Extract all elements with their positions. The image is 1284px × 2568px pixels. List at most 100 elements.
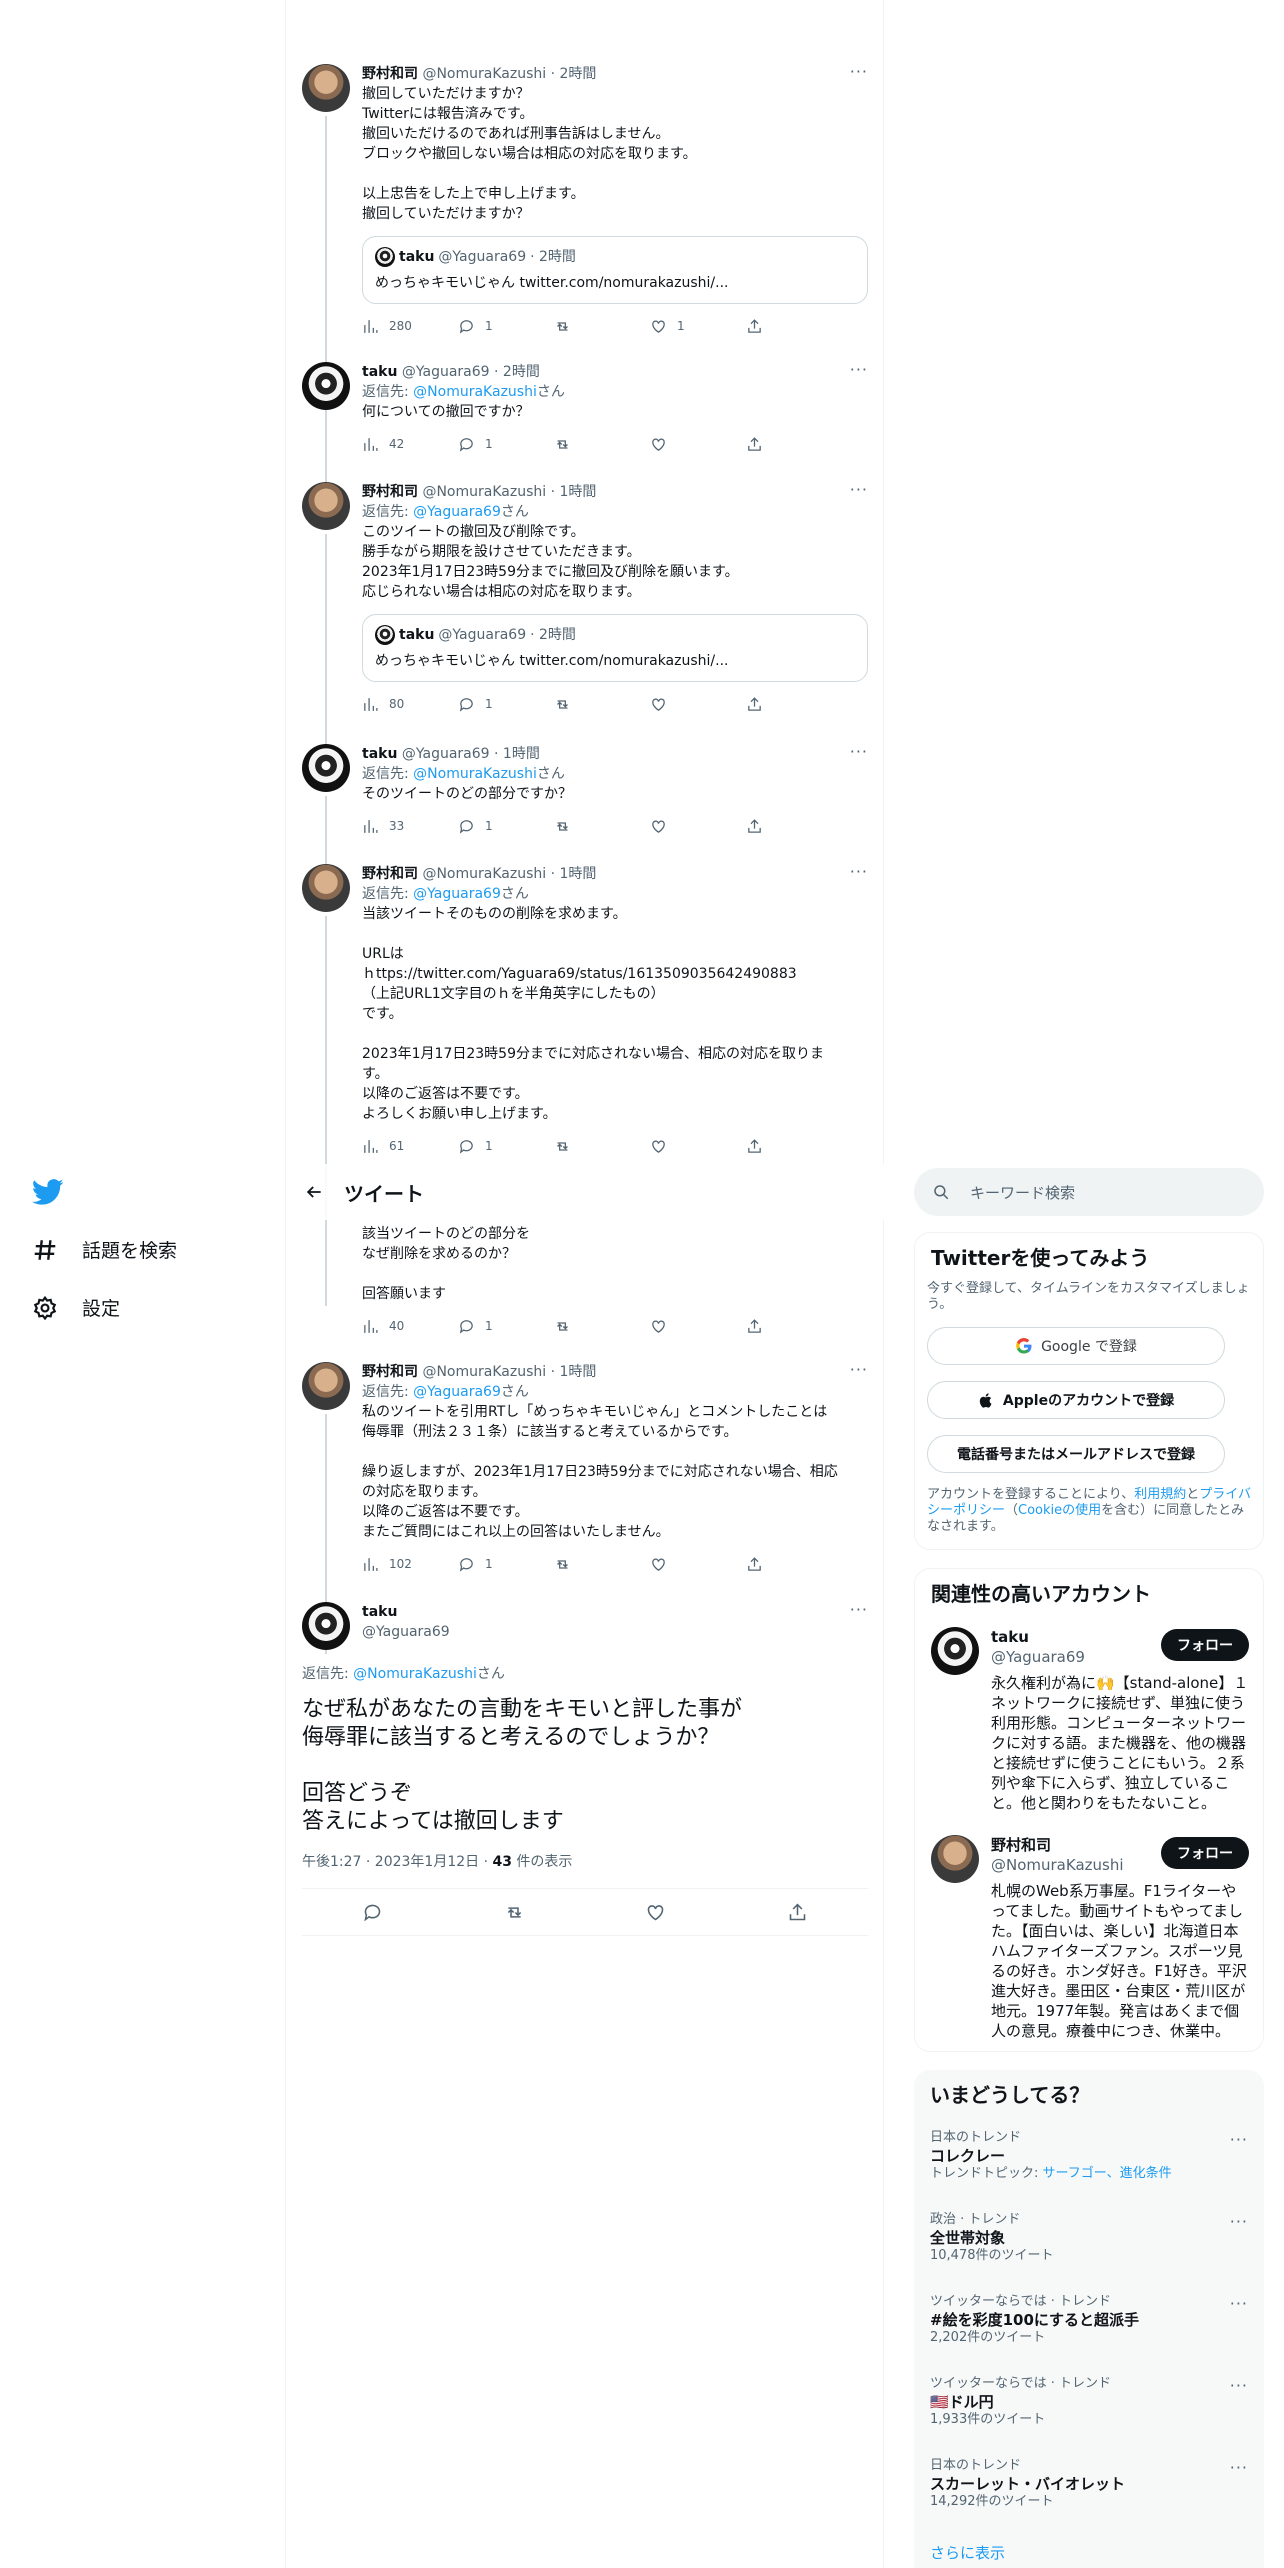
retweet-button[interactable]	[554, 1138, 650, 1155]
more-icon[interactable]: ···	[850, 362, 868, 378]
author-name[interactable]: 野村和司	[362, 66, 418, 82]
tweet-time[interactable]: · 1時間	[551, 866, 597, 882]
reply-button[interactable]: 1	[458, 1138, 554, 1155]
share-button[interactable]	[746, 1138, 842, 1155]
reply-to-link[interactable]: @Yaguara69	[413, 504, 501, 520]
avatar[interactable]	[302, 482, 350, 530]
tweet-time[interactable]: · 1時間	[494, 746, 540, 762]
share-button[interactable]	[746, 1318, 842, 1335]
share-button[interactable]	[746, 436, 842, 453]
views-button[interactable]: 80	[362, 696, 458, 713]
avatar[interactable]	[302, 64, 350, 112]
reply-button[interactable]: 1	[458, 818, 554, 835]
reply-to-link[interactable]: @Yaguara69	[413, 1384, 501, 1400]
like-button[interactable]: 1	[650, 318, 746, 335]
author-handle[interactable]: @NomuraKazushi	[422, 1364, 546, 1380]
reply-icon[interactable]	[362, 1902, 383, 1923]
quote-tweet[interactable]: taku @Yaguara69 · 2時間 めっちゃキモいじゃん twitter…	[362, 614, 868, 682]
retweet-button[interactable]	[554, 1318, 650, 1335]
like-button[interactable]	[650, 1138, 746, 1155]
account-card[interactable]: taku @Yaguara69 フォロー 永久権利が為に🙌【stand-alon…	[931, 1627, 1249, 1817]
like-button[interactable]	[650, 1556, 746, 1573]
share-button[interactable]	[746, 818, 842, 835]
tweet-time[interactable]: · 2時間	[551, 66, 597, 82]
author-name[interactable]: taku	[362, 746, 397, 762]
share-icon[interactable]	[787, 1902, 808, 1923]
views-button[interactable]: 61	[362, 1138, 458, 1155]
views-button[interactable]: 102	[362, 1556, 458, 1573]
views-button[interactable]: 33	[362, 818, 458, 835]
share-button[interactable]	[746, 696, 842, 713]
retweet-button[interactable]	[554, 436, 650, 453]
retweet-button[interactable]	[554, 818, 650, 835]
search-input[interactable]: キーワード検索	[914, 1168, 1264, 1216]
retweet-button[interactable]	[554, 696, 650, 713]
author-handle[interactable]: @Yaguara69	[402, 364, 490, 380]
account-card[interactable]: 野村和司 @NomuraKazushi フォロー 札幌のWeb系万事屋。F1ライ…	[931, 1835, 1249, 2045]
reply-button[interactable]: 1	[458, 436, 554, 453]
reply-to-link[interactable]: @NomuraKazushi	[353, 1666, 477, 1682]
back-button[interactable]	[286, 1182, 342, 1202]
like-button[interactable]	[650, 818, 746, 835]
reply-button[interactable]: 1	[458, 1318, 554, 1335]
google-signup-button[interactable]: Google で登録	[927, 1327, 1225, 1365]
more-icon[interactable]: ···	[1230, 2294, 1248, 2313]
tweet-time[interactable]: · 1時間	[551, 1364, 597, 1380]
like-button[interactable]	[650, 1318, 746, 1335]
avatar[interactable]	[302, 744, 350, 792]
reply-button[interactable]: 1	[458, 1556, 554, 1573]
phone-signup-button[interactable]: 電話番号またはメールアドレスで登録	[927, 1435, 1225, 1473]
author-handle[interactable]: @NomuraKazushi	[422, 484, 546, 500]
account-name[interactable]: 野村和司	[991, 1835, 1051, 1855]
more-icon[interactable]: ···	[1230, 2376, 1248, 2395]
trend-topic-link[interactable]: サーフゴー、進化条件	[1043, 2166, 1172, 2181]
quote-tweet[interactable]: taku @Yaguara69 · 2時間 めっちゃキモいじゃん twitter…	[362, 236, 868, 304]
author-name[interactable]: 野村和司	[362, 1364, 418, 1380]
tweet-time[interactable]: · 2時間	[494, 364, 540, 380]
reply-button[interactable]: 1	[458, 318, 554, 335]
views-button[interactable]: 280	[362, 318, 458, 335]
like-button[interactable]	[650, 436, 746, 453]
more-icon[interactable]: ···	[850, 1362, 868, 1378]
more-icon[interactable]: ···	[850, 482, 868, 498]
tweet-time[interactable]: · 1時間	[551, 484, 597, 500]
account-name[interactable]: taku	[991, 1627, 1029, 1647]
reply-button[interactable]: 1	[458, 696, 554, 713]
twitter-logo-icon[interactable]	[32, 1176, 64, 1208]
retweet-button[interactable]	[554, 1556, 650, 1573]
avatar[interactable]	[302, 1602, 350, 1650]
follow-button[interactable]: フォロー	[1161, 1837, 1249, 1869]
account-handle[interactable]: @NomuraKazushi	[991, 1855, 1124, 1875]
author-name[interactable]: taku	[362, 364, 397, 380]
retweet-icon[interactable]	[504, 1902, 525, 1923]
avatar[interactable]	[931, 1835, 979, 1883]
more-icon[interactable]: ···	[1230, 2130, 1248, 2149]
show-more-link[interactable]: さらに表示	[930, 2542, 1005, 2563]
more-icon[interactable]: ···	[1230, 2458, 1248, 2477]
trend-item[interactable]: 政治 · トレンド 全世帯対象 10,478件のツイート ···	[930, 2212, 1248, 2264]
reply-to-link[interactable]: @NomuraKazushi	[413, 766, 537, 782]
nav-settings[interactable]: 設定	[32, 1294, 120, 1321]
avatar[interactable]	[931, 1627, 979, 1675]
retweet-button[interactable]	[554, 318, 650, 335]
nav-explore[interactable]: 話題を検索	[32, 1236, 177, 1263]
cookie-link[interactable]: Cookieの使用	[1018, 1503, 1101, 1518]
like-button[interactable]	[650, 696, 746, 713]
author-handle[interactable]: @NomuraKazushi	[422, 866, 546, 882]
author-name[interactable]: taku	[362, 1602, 450, 1622]
tweet-timestamp[interactable]: 午後1:27 · 2023年1月12日 ·	[302, 1854, 493, 1870]
views-button[interactable]: 40	[362, 1318, 458, 1335]
author-name[interactable]: 野村和司	[362, 866, 418, 882]
more-icon[interactable]: ···	[850, 744, 868, 760]
more-icon[interactable]: ···	[850, 64, 868, 80]
trend-item[interactable]: 日本のトレンド コレクレー トレンドトピック: サーフゴー、進化条件 ···	[930, 2130, 1248, 2182]
account-handle[interactable]: @Yaguara69	[991, 1647, 1085, 1667]
avatar[interactable]	[302, 864, 350, 912]
more-icon[interactable]: ···	[850, 864, 868, 880]
author-handle[interactable]: @NomuraKazushi	[422, 66, 546, 82]
more-icon[interactable]: ···	[850, 1602, 868, 1618]
trend-item[interactable]: 日本のトレンド スカーレット・バイオレット 14,292件のツイート ···	[930, 2458, 1248, 2510]
avatar[interactable]	[302, 1362, 350, 1410]
follow-button[interactable]: フォロー	[1161, 1629, 1249, 1661]
apple-signup-button[interactable]: Appleのアカウントで登録	[927, 1381, 1225, 1419]
